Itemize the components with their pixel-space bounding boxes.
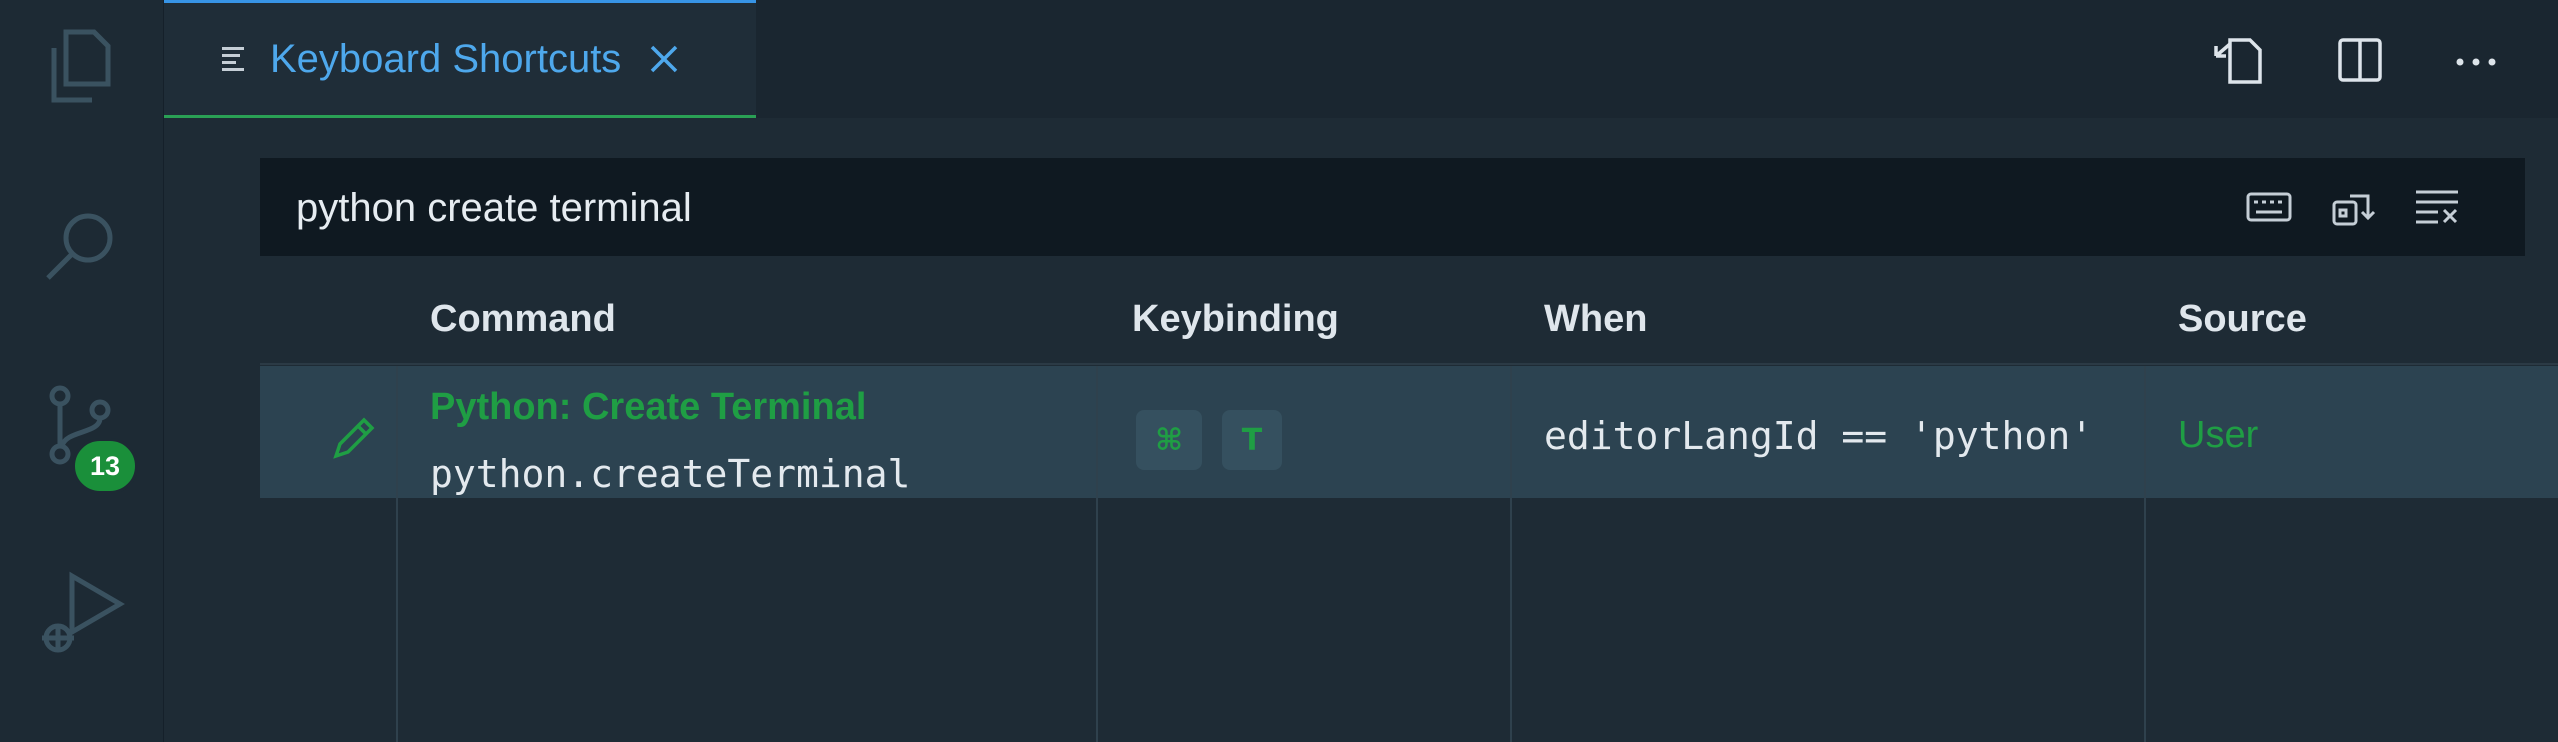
- open-json-icon[interactable]: [2210, 30, 2270, 90]
- when-clause: editorLangId == 'python': [1544, 414, 2094, 458]
- header-source[interactable]: Source: [2178, 274, 2307, 364]
- keybinding-key-cmd: ⌘: [1136, 410, 1202, 470]
- command-title: Python: Create Terminal: [430, 386, 867, 428]
- run-debug-icon[interactable]: [36, 570, 126, 660]
- search-icon[interactable]: [36, 200, 126, 290]
- vscode-window: 13 Keyboard Shortcuts python create term…: [0, 0, 2558, 742]
- keybindings-table: Command Keybinding When Source Python: C…: [260, 274, 2558, 742]
- edit-keybinding-icon[interactable]: [326, 412, 380, 466]
- split-editor-icon[interactable]: [2330, 30, 2390, 90]
- clear-search-icon[interactable]: [2412, 184, 2462, 230]
- more-actions-icon[interactable]: [2446, 30, 2506, 90]
- keybinding-key-t: T: [1222, 410, 1282, 470]
- tab-title: Keyboard Shortcuts: [270, 36, 622, 81]
- record-keys-icon[interactable]: [2244, 184, 2294, 230]
- header-keybinding[interactable]: Keybinding: [1132, 274, 1339, 364]
- keyboard-shortcuts-editor: Command Keybinding When Source Python: C…: [164, 118, 2558, 742]
- close-icon[interactable]: [647, 42, 681, 76]
- source-control-badge: 13: [72, 438, 138, 494]
- sort-by-precedence-icon[interactable]: [2330, 184, 2380, 230]
- column-divider: [1096, 366, 1098, 742]
- header-when[interactable]: When: [1544, 274, 1647, 364]
- source-value: User: [2178, 414, 2259, 456]
- column-divider: [1510, 366, 1512, 742]
- column-divider: [396, 366, 398, 742]
- header-command[interactable]: Command: [430, 274, 616, 364]
- explorer-icon[interactable]: [36, 20, 126, 110]
- search-box: [260, 158, 2525, 258]
- tab-bar: Keyboard Shortcuts: [164, 0, 2558, 118]
- keyboard-shortcuts-icon: [222, 47, 244, 71]
- command-id: python.createTerminal: [430, 452, 911, 496]
- activity-bar: 13: [0, 0, 165, 742]
- header-divider: [260, 363, 2558, 365]
- search-input[interactable]: [294, 158, 1998, 258]
- tab-keyboard-shortcuts[interactable]: Keyboard Shortcuts: [164, 0, 756, 118]
- column-divider: [2144, 366, 2146, 742]
